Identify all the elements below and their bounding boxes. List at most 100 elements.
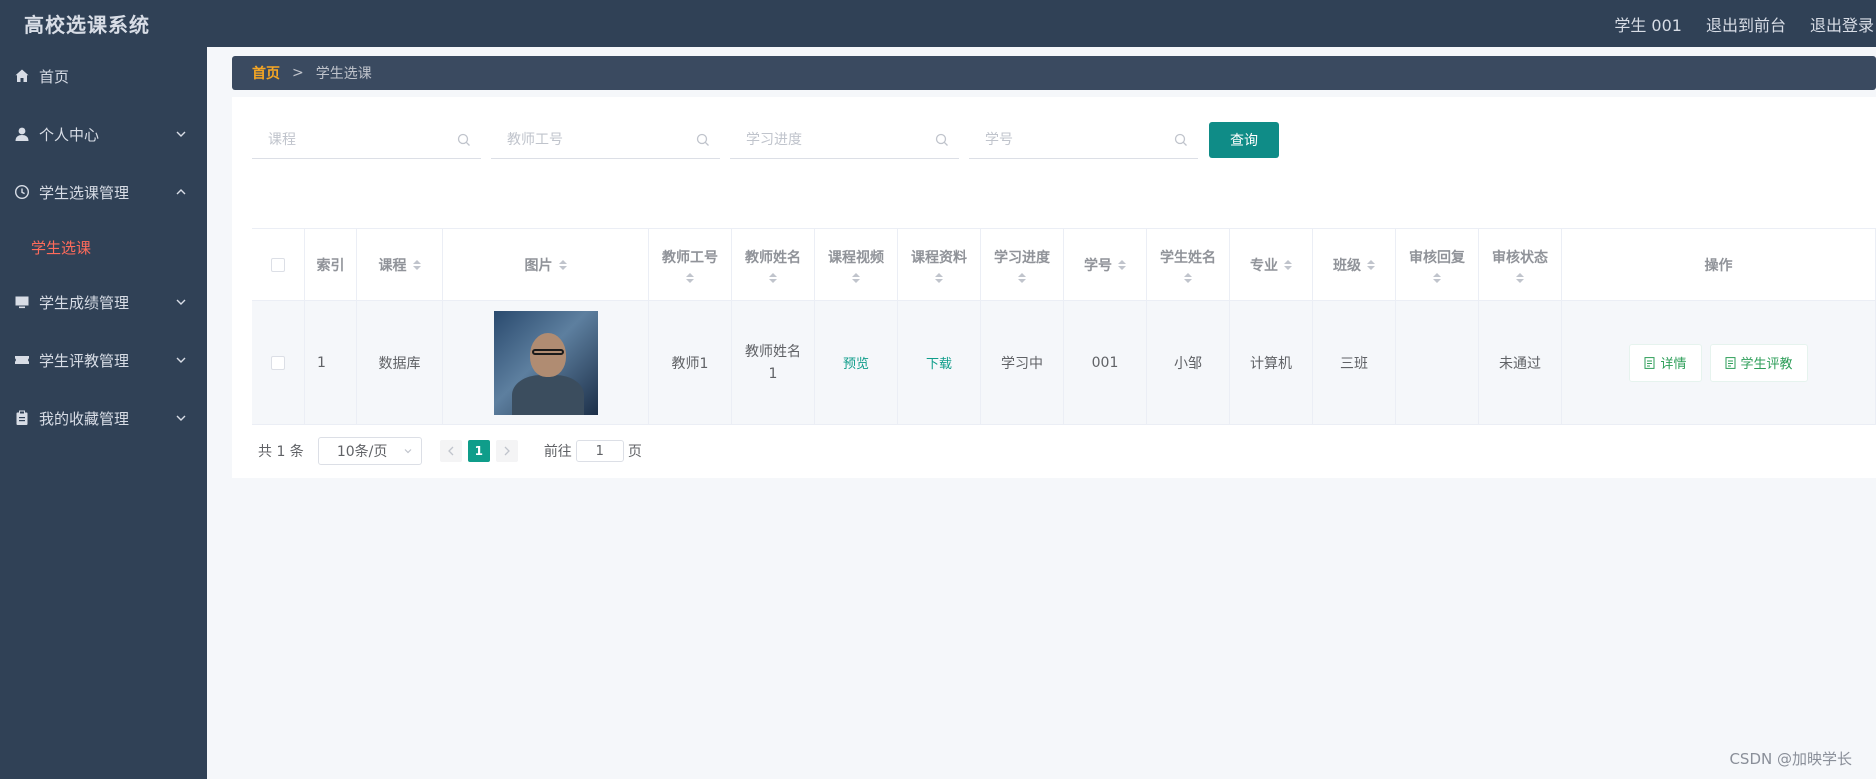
- sidebar-item-home[interactable]: 首页: [0, 47, 207, 105]
- sidebar-item-evaluation-mgmt[interactable]: 学生评教管理: [0, 331, 207, 389]
- goto-page-input[interactable]: [575, 440, 624, 462]
- sort-icon[interactable]: [1184, 272, 1192, 283]
- column-header[interactable]: 审核回复: [1396, 229, 1479, 300]
- photo-body: [511, 374, 584, 415]
- teacher-id-cell: 教师1: [649, 301, 732, 424]
- prev-page-button[interactable]: [439, 440, 462, 462]
- chevron-down-icon: [176, 299, 186, 305]
- goto-prefix: 前往: [543, 444, 572, 460]
- query-button[interactable]: 查询: [1209, 122, 1279, 158]
- goto-page: 前往 页: [544, 440, 642, 462]
- column-header[interactable]: 教师工号: [649, 229, 732, 300]
- breadcrumb-separator: >: [292, 65, 304, 81]
- column-header-actions: 操作: [1704, 257, 1733, 274]
- sort-icon[interactable]: [686, 272, 694, 283]
- column-header-major: 专业: [1250, 257, 1278, 274]
- top-actions: 学生 001 退出到前台 退出登录: [1614, 12, 1874, 36]
- course-search-field: [252, 121, 481, 159]
- sidebar-item-label: 我的收藏管理: [39, 409, 130, 428]
- sort-icon[interactable]: [558, 259, 567, 270]
- column-header[interactable]: 班级: [1313, 229, 1396, 300]
- column-header-image: 图片: [524, 257, 553, 274]
- search-icon: [1174, 133, 1187, 146]
- evaluate-button-label: 学生评教: [1740, 357, 1793, 372]
- sort-icon[interactable]: [1516, 272, 1524, 283]
- sort-icon[interactable]: [1118, 259, 1126, 270]
- column-header[interactable]: 学生姓名: [1147, 229, 1230, 300]
- sidebar-item-label: 学生评教管理: [39, 351, 130, 370]
- video-preview-link[interactable]: 预览: [843, 353, 869, 372]
- clock-icon: [14, 184, 30, 200]
- column-header: 索引: [305, 229, 357, 300]
- breadcrumb-current: 学生选课: [315, 66, 372, 82]
- sidebar-subitem-course-selection[interactable]: 学生选课: [0, 221, 207, 273]
- material-download-link[interactable]: 下载: [926, 353, 952, 372]
- page-size-select[interactable]: 10条/页: [317, 437, 422, 465]
- photo-face: [529, 332, 566, 377]
- next-page-button[interactable]: [495, 440, 518, 462]
- course-value: 数据库: [378, 355, 421, 372]
- chevron-down-icon: [404, 449, 412, 454]
- search-form: 查询: [252, 121, 1279, 159]
- detail-button-label: 详情: [1660, 357, 1687, 372]
- column-header-index: 索引: [316, 257, 345, 274]
- course-input[interactable]: [252, 121, 481, 158]
- column-header[interactable]: 课程: [357, 229, 443, 300]
- student-id-cell: 001: [1064, 301, 1147, 424]
- column-header[interactable]: 学号: [1064, 229, 1147, 300]
- column-header[interactable]: 专业: [1230, 229, 1313, 300]
- sidebar-item-label: 学生选课管理: [39, 183, 130, 202]
- evaluate-button[interactable]: 学生评教: [1709, 343, 1808, 382]
- column-header-student-name: 学生姓名: [1160, 249, 1216, 266]
- breadcrumb-home[interactable]: 首页: [252, 63, 280, 83]
- search-icon: [935, 133, 948, 146]
- current-user: 学生 001: [1614, 15, 1682, 35]
- sidebar-item-grades-mgmt[interactable]: 学生成绩管理: [0, 273, 207, 331]
- column-header[interactable]: 审核状态: [1479, 229, 1562, 300]
- breadcrumb: 首页 > 学生选课: [232, 56, 1876, 90]
- course-image[interactable]: [493, 310, 598, 415]
- column-header[interactable]: 教师姓名: [732, 229, 815, 300]
- sidebar: 首页 个人中心 学生选课管理 学生选课 学生成绩管理 学生评教管理 我的收藏管理: [0, 47, 207, 779]
- sort-icon[interactable]: [1284, 259, 1292, 270]
- column-header: 操作: [1562, 229, 1876, 300]
- course-selection-table: 索引 课程 图片 教师工号 教师姓名 课程视频 课程资料 学习进度 学号 学生姓…: [252, 228, 1876, 425]
- sort-icon[interactable]: [1018, 272, 1026, 283]
- page-number-current[interactable]: 1: [467, 440, 490, 462]
- sort-icon[interactable]: [1367, 259, 1375, 270]
- sort-icon[interactable]: [412, 259, 421, 270]
- progress-input[interactable]: [730, 121, 959, 158]
- goto-suffix: 页: [627, 444, 642, 460]
- column-header[interactable]: 图片: [443, 229, 649, 300]
- sidebar-item-label: 学生成绩管理: [39, 293, 130, 312]
- student-id-input[interactable]: [969, 121, 1198, 158]
- column-header[interactable]: 课程资料: [898, 229, 981, 300]
- document-icon: [1725, 356, 1735, 369]
- progress-search-field: [730, 121, 959, 159]
- sidebar-item-course-selection-mgmt[interactable]: 学生选课管理: [0, 163, 207, 221]
- ticket-icon: [14, 352, 30, 368]
- chevron-down-icon: [176, 357, 186, 363]
- row-checkbox[interactable]: [271, 355, 285, 370]
- select-all-checkbox[interactable]: [271, 257, 285, 272]
- column-header-class: 班级: [1333, 257, 1361, 274]
- chevron-up-icon: [176, 189, 186, 195]
- column-header[interactable]: 学习进度: [981, 229, 1064, 300]
- detail-button[interactable]: 详情: [1629, 343, 1702, 382]
- teacher-id-input[interactable]: [491, 121, 720, 158]
- back-to-front-link[interactable]: 退出到前台: [1706, 12, 1786, 36]
- chevron-down-icon: [176, 415, 186, 421]
- sort-icon[interactable]: [852, 272, 860, 283]
- sidebar-item-favorites-mgmt[interactable]: 我的收藏管理: [0, 389, 207, 447]
- sort-icon[interactable]: [1433, 272, 1441, 283]
- table-row: 1 数据库 教师1 教师姓名1 预览 下载 学习中 001 小邹 计算机 三班 …: [252, 301, 1876, 425]
- sidebar-item-personal-center[interactable]: 个人中心: [0, 105, 207, 163]
- student-id-search-field: [969, 121, 1198, 159]
- row-select-cell: [252, 301, 305, 424]
- logout-link[interactable]: 退出登录: [1810, 12, 1874, 36]
- sort-icon[interactable]: [769, 272, 777, 283]
- actions-cell: 详情 学生评教: [1562, 301, 1876, 424]
- column-header[interactable]: 课程视频: [815, 229, 898, 300]
- app-title: 高校选课系统: [24, 13, 150, 37]
- sort-icon[interactable]: [935, 272, 943, 283]
